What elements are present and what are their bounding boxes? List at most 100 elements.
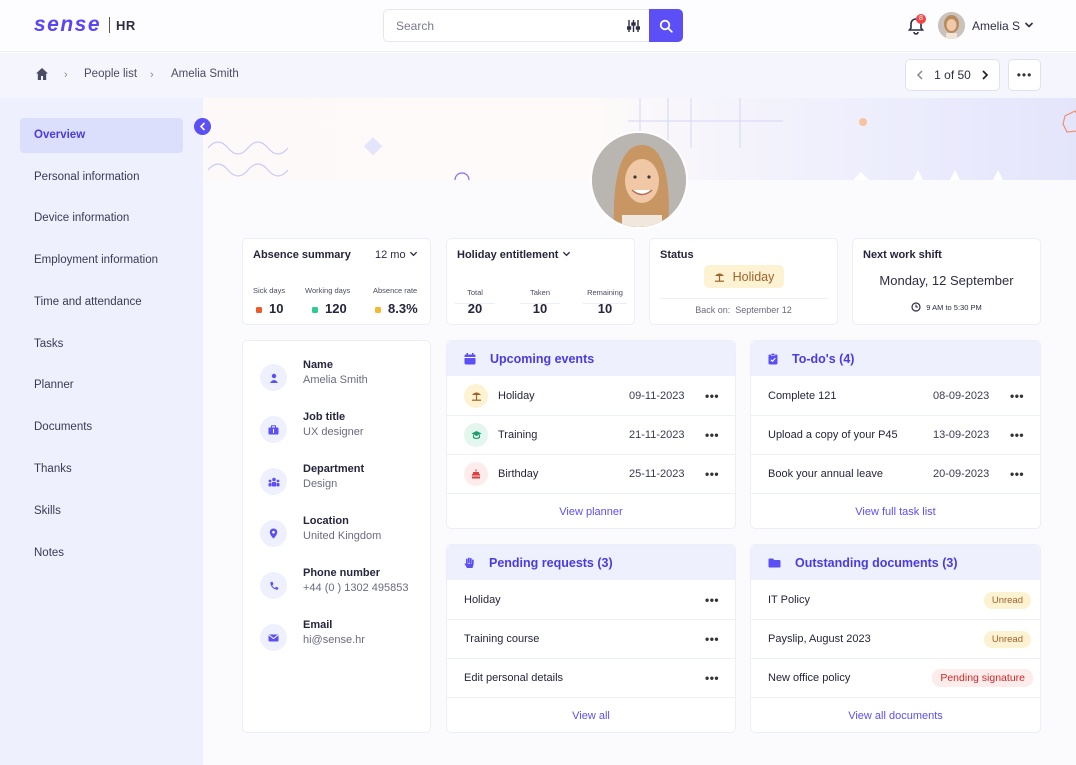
todos-panel: To-do's (4) Complete 121 08-09-2023 ••• … — [750, 340, 1041, 529]
view-full-task-list-link[interactable]: View full task list — [751, 506, 1040, 518]
event-date: 21-11-2023 — [629, 429, 685, 441]
user-name[interactable]: Amelia S — [972, 19, 1020, 33]
event-row[interactable]: Training 21-11-2023 ••• — [447, 416, 735, 455]
upcoming-events-panel: Upcoming events Holiday 09-11-2023 ••• T… — [446, 340, 736, 529]
period-select[interactable]: 12 mo — [375, 249, 418, 261]
document-label: IT Policy — [768, 594, 810, 606]
logo[interactable]: sense HR — [34, 13, 136, 36]
chevron-down-icon[interactable] — [1024, 20, 1034, 30]
view-all-documents-link[interactable]: View all documents — [751, 710, 1040, 722]
row-more-button[interactable]: ••• — [1010, 389, 1024, 403]
sidebar-item-documents[interactable]: Documents — [20, 410, 183, 445]
request-label: Training course — [464, 633, 540, 645]
clock-icon — [911, 302, 921, 312]
search-input[interactable] — [384, 10, 617, 41]
location-pin-icon — [269, 528, 278, 539]
status-card: Status Holiday Back on: September 12 — [649, 238, 838, 325]
filter-sliders-icon[interactable] — [617, 10, 649, 41]
user-avatar[interactable] — [938, 12, 965, 39]
todo-date: 08-09-2023 — [933, 390, 990, 402]
profile-photo — [590, 131, 688, 229]
sidebar-item-device-information[interactable]: Device information — [20, 201, 183, 236]
shift-time: 9 AM to 5:30 PM — [926, 302, 982, 312]
todo-row[interactable]: Upload a copy of your P45 13-09-2023 ••• — [751, 416, 1040, 455]
raised-hand-icon — [464, 557, 474, 568]
sidebar-item-overview[interactable]: Overview — [20, 118, 183, 153]
holiday-entitlement-card: Holiday entitlement Total Taken Remainin… — [446, 238, 635, 325]
request-row[interactable]: Holiday ••• — [447, 581, 735, 620]
row-more-button[interactable]: ••• — [705, 389, 719, 403]
breadcrumb-people-list[interactable]: People list — [84, 68, 137, 80]
more-options-button[interactable]: ••• — [1008, 59, 1041, 91]
chevron-left-icon[interactable] — [916, 70, 924, 80]
event-label: Training — [498, 429, 538, 441]
chevron-right-icon[interactable] — [981, 70, 989, 80]
document-row[interactable]: Payslip, August 2023 Unread — [751, 620, 1040, 659]
view-planner-link[interactable]: View planner — [447, 506, 735, 518]
sidebar-item-planner[interactable]: Planner — [20, 368, 183, 403]
status-title: Status — [660, 249, 694, 261]
sidebar-item-notes[interactable]: Notes — [20, 536, 183, 571]
document-row[interactable]: IT Policy Unread — [751, 581, 1040, 620]
row-more-button[interactable]: ••• — [1010, 467, 1024, 481]
sidebar-item-thanks[interactable]: Thanks — [20, 452, 183, 487]
field-value: Design — [303, 478, 338, 490]
request-row[interactable]: Training course ••• — [447, 620, 735, 659]
todo-row[interactable]: Book your annual leave 20-09-2023 ••• — [751, 455, 1040, 494]
row-more-button[interactable]: ••• — [705, 428, 719, 442]
sidebar-item-skills[interactable]: Skills — [20, 494, 183, 529]
panel-header: To-do's (4) — [751, 341, 1040, 376]
field-label: Department — [303, 463, 365, 475]
request-row[interactable]: Edit personal details ••• — [447, 659, 735, 698]
row-more-button[interactable]: ••• — [705, 593, 719, 607]
view-all-requests-link[interactable]: View all — [447, 710, 735, 722]
event-label: Holiday — [498, 390, 535, 402]
folder-icon — [768, 558, 781, 567]
sidebar-item-employment-information[interactable]: Employment information — [20, 243, 183, 278]
panel-title: To-do's (4) — [792, 351, 855, 366]
event-label: Birthday — [498, 468, 539, 480]
person-icon — [269, 373, 278, 383]
row-more-button[interactable]: ••• — [705, 632, 719, 646]
event-date: 25-11-2023 — [629, 468, 685, 480]
document-row[interactable]: New office policy Pending signature — [751, 659, 1040, 698]
event-row[interactable]: Birthday 25-11-2023 ••• — [447, 455, 735, 494]
event-date: 09-11-2023 — [629, 390, 685, 402]
panel-header: Outstanding documents (3) — [751, 545, 1040, 580]
search-bar — [383, 9, 683, 42]
shift-date: Monday, 12 September — [879, 273, 1014, 288]
sidebar-item-personal-information[interactable]: Personal information — [20, 160, 183, 195]
panel-title: Pending requests (3) — [489, 555, 613, 570]
calendar-icon — [464, 352, 476, 364]
back-on-label: Back on: — [695, 305, 731, 315]
todo-label: Complete 121 — [768, 390, 837, 402]
sidebar-item-time-and-attendance[interactable]: Time and attendance — [20, 285, 183, 320]
home-icon[interactable] — [35, 67, 49, 81]
collapse-sidebar-button[interactable] — [194, 118, 211, 135]
row-more-button[interactable]: ••• — [705, 467, 719, 481]
absence-summary-title: Absence summary — [253, 249, 351, 261]
notification-badge: 8 — [916, 14, 926, 24]
sidebar-item-tasks[interactable]: Tasks — [20, 327, 183, 362]
field-label: Job title — [303, 411, 346, 423]
taken-label: Taken — [529, 288, 550, 297]
search-icon — [659, 19, 673, 33]
field-value: United Kingdom — [303, 530, 382, 542]
working-days-dot — [312, 306, 318, 313]
document-label: New office policy — [768, 672, 851, 684]
panel-title: Upcoming events — [490, 351, 595, 366]
event-row[interactable]: Holiday 09-11-2023 ••• — [447, 377, 735, 416]
search-button[interactable] — [649, 9, 683, 42]
working-days-label: Working days — [305, 286, 351, 295]
chevron-down-icon — [562, 251, 570, 257]
beach-umbrella-icon — [471, 392, 481, 401]
field-value: hi@sense.hr — [303, 634, 365, 646]
clipboard-check-icon — [768, 352, 778, 364]
row-more-button[interactable]: ••• — [1010, 428, 1024, 442]
logo-text: sense — [34, 13, 102, 36]
record-pager: 1 of 50 — [905, 59, 1000, 91]
row-more-button[interactable]: ••• — [705, 671, 719, 685]
holiday-entitlement-dropdown[interactable]: Holiday entitlement — [457, 249, 571, 261]
holiday-entitlement-title: Holiday entitlement — [457, 249, 559, 261]
todo-row[interactable]: Complete 121 08-09-2023 ••• — [751, 377, 1040, 416]
